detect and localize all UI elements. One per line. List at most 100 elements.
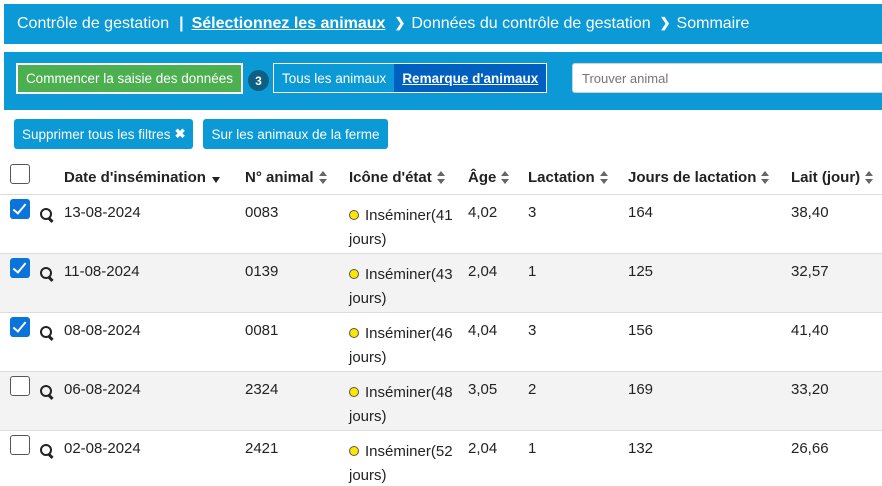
column-header-label: Lait (jour) [791,169,861,186]
table-header: Date d'insémination N° animal Icône d'ét… [0,158,882,196]
cell-age: 4,02 [468,204,498,221]
state-text: Inséminer(43 jours) [349,266,453,307]
cell-age: 2,04 [468,440,498,457]
cell-state: Inséminer(41 jours) [349,204,461,252]
column-header-milk-day[interactable]: Lait (jour) [791,169,874,186]
sort-icon [501,171,510,184]
row-checkbox[interactable] [10,317,30,337]
cell-lactation-days: 156 [628,322,654,339]
cell-lactation: 1 [528,263,537,280]
cell-lactation-days: 164 [628,204,654,221]
column-header-label: Jours de lactation [628,169,757,186]
start-data-entry-button[interactable]: Commencer la saisie des données [16,63,243,94]
sort-icon [318,171,328,184]
table-row[interactable]: 13-08-2024 0083 Inséminer(41 jours) 4,02… [0,195,882,254]
sort-icon [599,171,609,184]
view-animal-remark-tab[interactable]: Remarque d'animaux [394,64,547,92]
state-text: Inséminer(52 jours) [349,443,453,484]
search-icon[interactable] [40,444,54,459]
sort-icon [865,171,874,184]
breadcrumb-step-pregnancy-check: Contrôle de gestation [17,15,170,32]
cell-milk-day: 32,57 [791,263,829,280]
sort-descending-icon [211,176,220,183]
row-checkbox[interactable] [10,435,30,455]
status-dot-icon [349,210,359,220]
column-header-state-icon[interactable]: Icône d'état [349,169,446,186]
row-checkbox[interactable] [10,199,30,219]
view-all-animals-tab[interactable]: Tous les animaux [274,64,395,92]
cell-lactation: 2 [528,381,537,398]
cell-milk-day: 41,40 [791,322,829,339]
sort-icon [761,171,770,184]
breadcrumb-separator: | [179,15,184,32]
cell-insemination-date: 13-08-2024 [64,204,141,221]
state-text: Inséminer(46 jours) [349,325,453,366]
column-header-lactation-days[interactable]: Jours de lactation [628,169,770,186]
column-header-label: Lactation [528,169,595,186]
column-header-label: Date d'insémination [64,169,206,186]
cell-animal-number: 0139 [245,263,279,280]
breadcrumb-step-check-data[interactable]: Données du contrôle de gestation [411,15,650,33]
view-toggle: Tous les animaux Remarque d'animaux [273,63,548,93]
table-row[interactable]: 06-08-2024 2324 Inséminer(48 jours) 3,05… [0,372,882,431]
search-icon[interactable] [40,208,54,223]
cell-lactation-days: 169 [628,381,654,398]
table-row[interactable]: 02-08-2024 2421 Inséminer(52 jours) 2,04… [0,431,882,486]
cell-insemination-date: 11-08-2024 [64,263,140,280]
cell-age: 3,05 [468,381,498,398]
cell-lactation: 3 [528,322,537,339]
status-dot-icon [349,269,359,279]
status-dot-icon [349,446,359,456]
column-header-lactation[interactable]: Lactation [528,169,609,186]
find-animal-input[interactable] [572,63,882,93]
status-dot-icon [349,387,359,397]
filter-bar: Supprimer tous les filtres ✖ Sur les ani… [14,119,388,149]
column-header-insemination-date[interactable]: Date d'insémination [64,169,220,186]
sort-icon [436,171,446,184]
column-header-label: N° animal [245,169,314,186]
breadcrumb-step-summary[interactable]: Sommaire [677,15,750,33]
cell-age: 2,04 [468,263,498,280]
search-icon[interactable] [40,326,54,341]
search-icon[interactable] [40,385,54,400]
breadcrumb-step-select-animals[interactable]: Sélectionnez les animaux [192,15,386,33]
select-all-checkbox[interactable] [10,164,30,184]
cell-state: Inséminer(46 jours) [349,322,461,370]
column-header-label: Icône d'état [349,169,432,186]
cell-animal-number: 2324 [245,381,279,398]
cell-animal-number: 0083 [245,204,279,221]
table-row[interactable]: 08-08-2024 0081 Inséminer(46 jours) 4,04… [0,313,882,372]
action-toolbar: Commencer la saisie des données 3 Tous l… [4,52,882,110]
cell-lactation: 1 [528,440,537,457]
cell-animal-number: 2421 [245,440,279,457]
cell-insemination-date: 06-08-2024 [64,381,141,398]
cell-lactation-days: 125 [628,263,654,280]
column-header-label: Âge [468,169,497,186]
cell-insemination-date: 02-08-2024 [64,440,141,457]
farm-animals-filter-button[interactable]: Sur les animaux de la ferme [203,119,388,149]
column-header-age[interactable]: Âge [468,169,510,186]
chevron-right-icon: ❯ [394,15,406,30]
cell-animal-number: 0081 [245,322,279,339]
cell-state: Inséminer(48 jours) [349,381,461,429]
cell-milk-day: 26,66 [791,440,829,457]
table-row[interactable]: 11-08-2024 0139 Inséminer(43 jours) 2,04… [0,254,882,313]
cell-lactation: 3 [528,204,537,221]
cell-milk-day: 38,40 [791,204,829,221]
cell-lactation-days: 132 [628,440,654,457]
search-icon[interactable] [40,267,54,282]
state-text: Inséminer(41 jours) [349,207,453,248]
state-text: Inséminer(48 jours) [349,384,453,425]
cell-milk-day: 33,20 [791,381,829,398]
clear-all-filters-button[interactable]: Supprimer tous les filtres ✖ [14,119,194,149]
clear-all-filters-label: Supprimer tous les filtres [22,126,171,142]
status-dot-icon [349,328,359,338]
selected-count-badge: 3 [248,70,269,91]
row-checkbox[interactable] [10,258,30,278]
close-icon: ✖ [174,126,186,141]
chevron-right-icon: ❯ [659,15,671,30]
cell-age: 4,04 [468,322,498,339]
column-header-animal-number[interactable]: N° animal [245,169,328,186]
row-checkbox[interactable] [10,376,30,396]
breadcrumb-bar: Contrôle de gestation | Sélectionnez les… [4,4,882,44]
